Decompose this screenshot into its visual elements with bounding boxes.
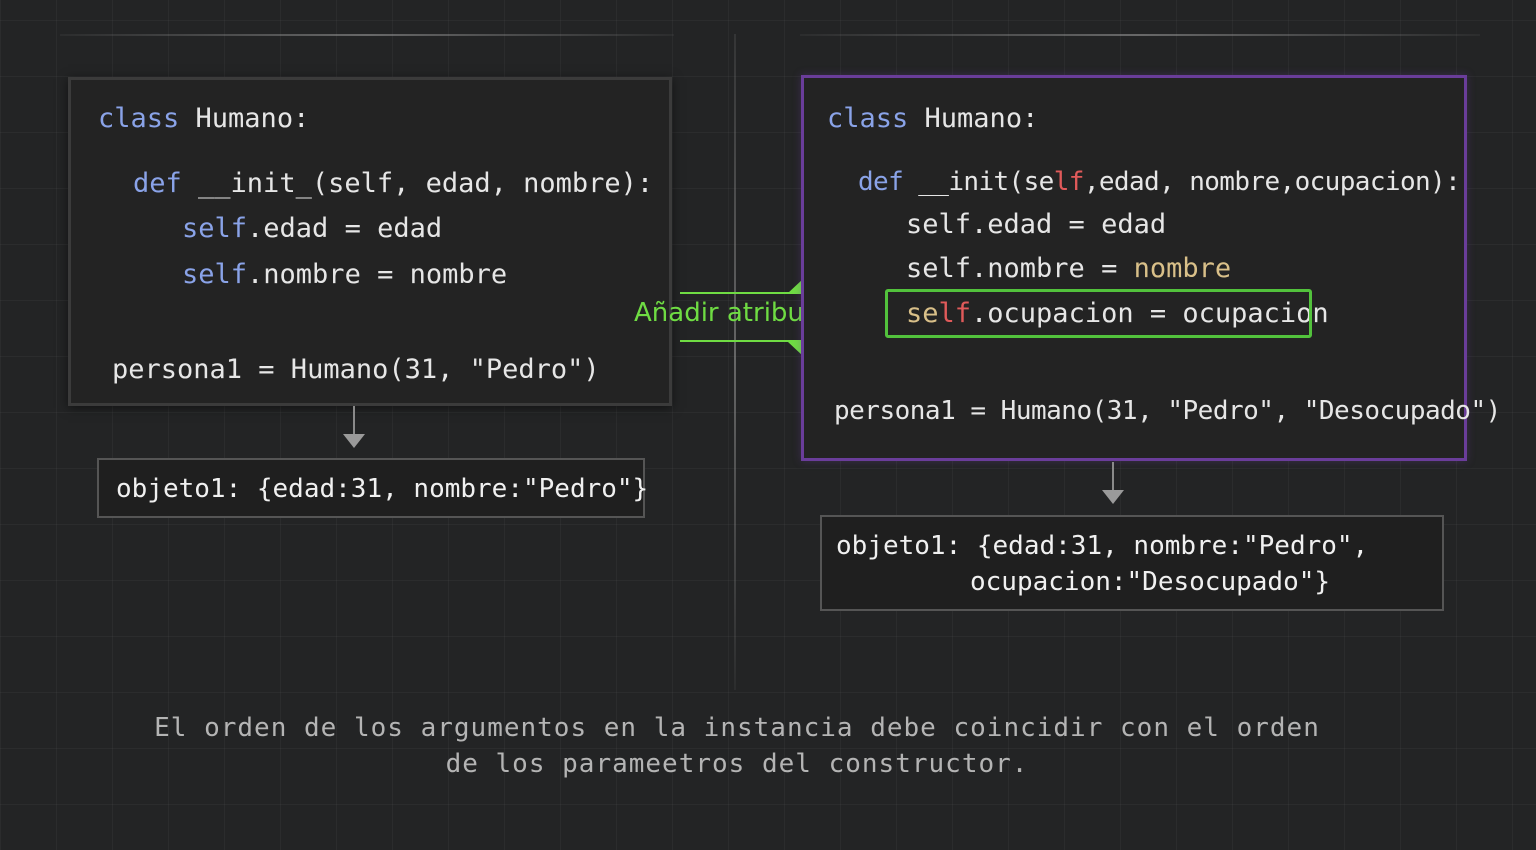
left-class-keyword: class bbox=[98, 103, 180, 134]
right-assign-edad: self.edad = edad bbox=[906, 209, 1167, 240]
left-output-text: objeto1: {edad:31, nombre:"Pedro"} bbox=[116, 474, 649, 504]
right-class-line: class Humano: bbox=[827, 102, 1038, 136]
right-output-line2: ocupacion:"Desocupado"} bbox=[970, 567, 1331, 597]
left-class-name: Humano: bbox=[179, 103, 310, 134]
left-assign-nombre-self: self bbox=[182, 259, 248, 290]
left-arrow-head bbox=[343, 434, 365, 448]
left-assign-edad: self.edad = edad bbox=[182, 212, 442, 246]
right-arrow-head bbox=[1102, 490, 1124, 504]
right-code-panel: class Humano: def __init(self,edad, nomb… bbox=[801, 75, 1501, 461]
left-class-line: class Humano: bbox=[98, 102, 309, 136]
right-def-line: def __init(self,edad, nombre,ocupacion): bbox=[858, 165, 1461, 199]
left-instance-line: persona1 = Humano(31, "Pedro") bbox=[112, 354, 600, 385]
left-arrow-stem bbox=[353, 406, 355, 434]
left-code-panel: class Humano: def __init_(self, edad, no… bbox=[68, 77, 672, 406]
left-assign-edad-rest: .edad = edad bbox=[247, 213, 443, 244]
right-output-line1: objeto1: {edad:31, nombre:"Pedro", bbox=[836, 531, 1369, 561]
left-assign-nombre: self.nombre = nombre bbox=[182, 258, 507, 292]
right-def-keyword: def bbox=[858, 167, 904, 197]
right-assign-nombre-b: nombre bbox=[1133, 253, 1232, 284]
added-attribute-highlight bbox=[885, 289, 1312, 338]
right-def-sig-a: __init(se bbox=[903, 167, 1054, 197]
top-rule-left bbox=[60, 34, 674, 36]
right-assign-nombre-a: self.nombre = bbox=[906, 253, 1134, 284]
left-output-box: objeto1: {edad:31, nombre:"Pedro"} bbox=[97, 458, 649, 518]
top-rule-right bbox=[800, 34, 1480, 36]
left-def-signature: __init_(self, edad, nombre): bbox=[181, 168, 654, 199]
left-def-line: def __init_(self, edad, nombre): bbox=[133, 167, 653, 201]
left-def-keyword: def bbox=[133, 168, 182, 199]
right-class-name: Humano: bbox=[908, 103, 1039, 134]
caption-line-1: El orden de los argumentos en la instanc… bbox=[154, 713, 1320, 743]
left-assign-nombre-rest: .nombre = nombre bbox=[247, 259, 508, 290]
right-def-sig-lf: lf bbox=[1053, 167, 1085, 197]
left-assign-edad-self: self bbox=[182, 213, 248, 244]
right-def-sig-b: ,edad, nombre,ocupacion): bbox=[1083, 167, 1461, 197]
right-class-keyword: class bbox=[827, 103, 909, 134]
right-arrow-stem bbox=[1112, 462, 1114, 490]
center-divider bbox=[734, 34, 736, 690]
right-output-box: objeto1: {edad:31, nombre:"Pedro", ocupa… bbox=[820, 515, 1444, 611]
caption-line-2: de los parameetros del constructor. bbox=[445, 749, 1029, 779]
right-instance-line: persona1 = Humano(31, "Pedro", "Desocupa… bbox=[834, 396, 1501, 426]
right-assign-nombre: self.nombre = nombre bbox=[906, 252, 1231, 286]
